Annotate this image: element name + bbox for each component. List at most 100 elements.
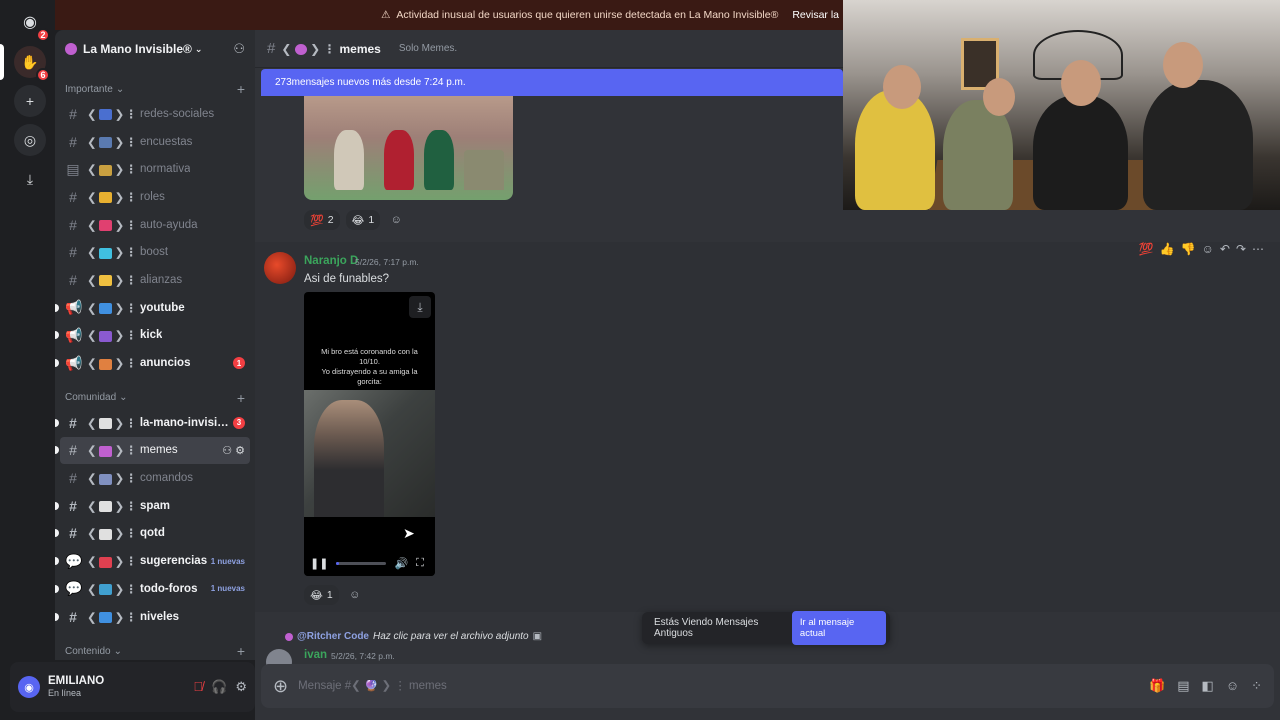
channel-deco: ❮ ❯ ⋮ <box>87 358 137 371</box>
reply-reference[interactable]: @Ritcher Code Haz clic para ver el archi… <box>285 631 542 642</box>
figure-shape <box>424 130 454 190</box>
new-messages-text: 273mensajes nuevos más desde 7:24 p.m. <box>275 77 466 88</box>
unread-dot <box>55 529 59 538</box>
channel-deco: ❮ ❯ ⋮ <box>87 108 137 121</box>
video-progress-track[interactable] <box>336 561 387 565</box>
message-input[interactable] <box>298 680 799 692</box>
mic-muted-icon[interactable]: 🎙̸ <box>193 679 203 695</box>
create-channel-icon[interactable]: + <box>237 390 245 406</box>
reaction-pill[interactable]: 😂 1 <box>345 210 381 230</box>
person-shape <box>943 100 1013 210</box>
channel-2[interactable]: ▤ ❮ ❯ ⋮ normativa <box>60 155 250 183</box>
channel-1[interactable]: # ❮ ❯ ⋮ encuestas <box>60 128 250 156</box>
avatar[interactable]: ◉ <box>18 676 40 698</box>
server-header[interactable]: La Mano Invisible® ⌄ ⚇ <box>55 30 255 68</box>
channel-12[interactable]: # ❮ ❯ ⋮ comandos <box>60 464 250 492</box>
fullscreen-icon[interactable]: ⛶ <box>416 557 424 570</box>
channel-deco: ❮ ❯ ⋮ <box>87 247 137 260</box>
avatar[interactable] <box>264 252 296 284</box>
channel-name: qotd <box>139 527 165 540</box>
add-reaction-icon[interactable]: ☺ <box>1202 242 1214 256</box>
volume-icon[interactable]: 🔊 <box>394 557 408 570</box>
download-apps-button[interactable]: ⤓ <box>14 163 46 195</box>
new-posts-label: 1 nuevas <box>210 584 245 594</box>
plus-icon: + <box>25 93 35 109</box>
apps-icon[interactable]: ⁘ <box>1251 678 1262 694</box>
add-server-button[interactable]: + <box>14 85 46 117</box>
reaction-emoji-icon: 💯 <box>310 214 324 227</box>
jump-to-present-button[interactable]: Ir al mensaje actual <box>791 611 886 645</box>
image-icon: ▣ <box>532 631 543 642</box>
channel-10[interactable]: # ❮ ❯ ⋮ la-mano-invisib... 3 <box>55 409 250 437</box>
forward-icon[interactable]: ↷ <box>1236 242 1246 256</box>
category-comunidad[interactable]: Comunidad ⌄ + <box>55 387 255 409</box>
message-naranjo: Naranjo D 5/2/26, 7:17 p.m. Asi de funab… <box>255 242 1280 612</box>
chevron-down-icon: ⌄ <box>115 83 125 95</box>
active-server-pill <box>0 44 4 80</box>
notice-bar: ⚠ Actividad inusual de usuarios que quie… <box>55 0 843 30</box>
channel-5[interactable]: # ❮ ❯ ⋮ boost <box>60 238 250 266</box>
channel-name: sugerencias <box>139 555 208 568</box>
msg1-reactions: 💯 2 😂 1 ☺ <box>304 210 406 230</box>
channel-11[interactable]: # ❮ ❯ ⋮ memes ⚇ ⚙ <box>55 436 250 465</box>
gear-icon[interactable]: ⚙ <box>235 679 247 695</box>
category-importante[interactable]: Importante ⌄ + <box>55 78 255 100</box>
gift-icon[interactable]: 🎁 <box>1149 678 1165 694</box>
channel-name: auto-ayuda <box>139 218 198 231</box>
add-reaction-icon[interactable]: ☺ <box>386 210 406 230</box>
thumbs-up-icon[interactable]: 👍 <box>1160 242 1175 256</box>
discover-button[interactable]: ◎ <box>14 124 46 156</box>
channel-14[interactable]: # ❮ ❯ ⋮ qotd <box>55 520 250 548</box>
channel-15[interactable]: 💬 ❮ ❯ ⋮ sugerencias 1 nuevas <box>55 547 250 575</box>
channel-name: roles <box>139 190 165 203</box>
channel-4[interactable]: # ❮ ❯ ⋮ auto-ayuda <box>60 211 250 239</box>
more-icon[interactable]: ⋯ <box>1252 242 1264 256</box>
channel-emoji-icon <box>98 556 112 568</box>
reply-icon[interactable]: ↶ <box>1220 242 1230 256</box>
announcement-icon: 📢 <box>65 326 83 343</box>
reaction-pill[interactable]: 💯 2 <box>304 210 340 230</box>
invite-people-icon[interactable]: ⚇ <box>233 41 245 57</box>
chevron-down-icon: ⌄ <box>194 43 203 54</box>
user-panel: ◉ EMILIANO En línea 🎙̸ 🎧 ⚙ <box>10 662 255 712</box>
channel-6[interactable]: # ❮ ❯ ⋮ alianzas <box>60 266 250 294</box>
reaction-pill[interactable]: 😂 1 <box>304 585 339 605</box>
gif-icon[interactable]: ▤ <box>1177 678 1189 694</box>
channel-deco: ❮ ❯ ⋮ <box>87 611 137 624</box>
hundred-reaction-icon[interactable]: 💯 <box>1139 242 1154 256</box>
channel-settings-icon[interactable]: ⚇ ⚙ <box>222 444 245 457</box>
pause-icon[interactable]: ❚❚ <box>310 557 328 570</box>
create-channel-icon[interactable]: + <box>237 643 245 659</box>
channel-16[interactable]: 💬 ❮ ❯ ⋮ todo-foros 1 nuevas <box>55 575 250 603</box>
download-icon[interactable]: ⤓ <box>409 296 431 318</box>
channel-13[interactable]: # ❮ ❯ ⋮ spam <box>55 492 250 520</box>
old-messages-text: Estás Viendo Mensajes Antiguos <box>654 617 759 639</box>
channel-7[interactable]: 📢 ❮ ❯ ⋮ youtube <box>55 294 250 322</box>
message-author[interactable]: Naranjo D <box>304 255 358 267</box>
create-channel-icon[interactable]: + <box>237 81 245 97</box>
channel-9[interactable]: 📢 ❮ ❯ ⋮ anuncios 1 <box>55 349 250 377</box>
channel-deco: ❮ ❯ ⋮ <box>87 528 137 541</box>
server-icon-la-mano[interactable]: ✋ 6 <box>14 46 50 82</box>
channel-0[interactable]: # ❮ ❯ ⋮ redes-sociales <box>60 100 250 128</box>
hash-icon: # <box>267 40 276 57</box>
category-contenido[interactable]: Contenido ⌄ + <box>55 640 255 660</box>
video-attachment[interactable]: ⤓ Mi bro está coronando con la 10/10. Yo… <box>304 292 435 576</box>
person-head <box>1163 42 1203 88</box>
headphones-icon[interactable]: 🎧 <box>211 679 227 695</box>
sticker-icon[interactable]: ◧ <box>1202 678 1214 694</box>
notice-review-link[interactable]: Revisar la <box>792 9 839 21</box>
attach-plus-icon[interactable]: ⊕ <box>273 676 288 697</box>
thumbs-down-icon[interactable]: 👎 <box>1181 242 1196 256</box>
add-reaction-icon[interactable]: ☺ <box>345 585 365 605</box>
meme-image[interactable] <box>304 96 513 200</box>
emoji-icon[interactable]: ☺ <box>1226 678 1239 694</box>
category-label: Importante <box>65 83 113 95</box>
channel-3[interactable]: # ❮ ❯ ⋮ roles <box>60 183 250 211</box>
discord-home-button[interactable]: ◉ 2 <box>14 6 50 42</box>
reaction-emoji-icon: 😂 <box>351 214 365 227</box>
new-messages-bar[interactable]: 273mensajes nuevos más desde 7:24 p.m. <box>261 69 843 96</box>
channel-8[interactable]: 📢 ❮ ❯ ⋮ kick <box>55 322 250 350</box>
message-author[interactable]: ivan <box>304 649 327 661</box>
channel-17[interactable]: # ❮ ❯ ⋮ niveles <box>55 603 250 631</box>
